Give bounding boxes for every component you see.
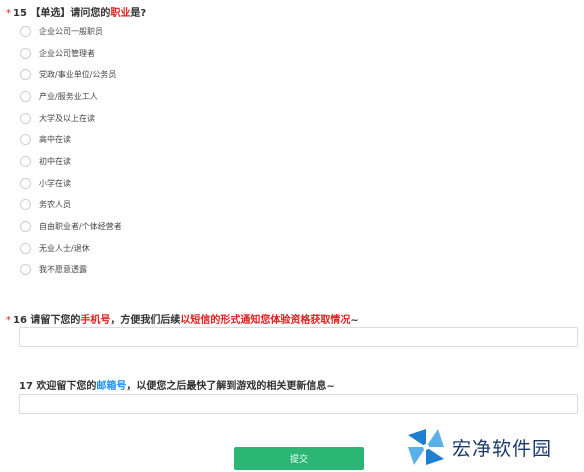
radio-button[interactable] <box>20 133 31 145</box>
option-label: 高中在读 <box>39 134 71 144</box>
radio-button[interactable] <box>20 220 31 232</box>
option-label: 无业人士/退休 <box>39 243 90 253</box>
option-label: 产业/服务业工人 <box>39 91 98 101</box>
option-label: 自由职业者/个体经营者 <box>39 221 122 231</box>
question-16-title-highlight-sms: 以短信的形式通知您体验资格获取情况 <box>180 315 351 326</box>
question-15-title-prefix: 15 【单选】请问您的 <box>13 8 111 19</box>
option-10[interactable]: 无业人士/退休 <box>20 240 90 256</box>
watermark-text: 宏净软件园 <box>452 437 553 460</box>
question-16-title-middle: ，方便我们后续 <box>110 315 181 326</box>
option-label: 务农人员 <box>39 199 71 209</box>
radio-button[interactable] <box>20 155 31 167</box>
radio-button[interactable] <box>20 112 31 124</box>
question-17-title: 17 欢迎留下您的邮箱号，以便您之后最快了解到游戏的相关更新信息~ <box>19 377 335 392</box>
option-3[interactable]: 产业/服务业工人 <box>20 88 98 104</box>
option-label: 初中在读 <box>39 156 71 166</box>
option-8[interactable]: 务农人员 <box>20 196 71 212</box>
email-input[interactable] <box>19 394 578 414</box>
question-17-title-prefix: 17 欢迎留下您的 <box>19 381 97 392</box>
question-15-title-highlight: 职业 <box>110 8 131 19</box>
option-11[interactable]: 我不愿意透露 <box>20 261 87 277</box>
radio-button[interactable] <box>20 177 31 189</box>
option-label: 党政/事业单位/公务员 <box>39 69 117 79</box>
watermark: 宏净软件园 <box>404 425 552 469</box>
question-17-title-suffix: ，以便您之后最快了解到游戏的相关更新信息~ <box>126 381 335 392</box>
question-16-title-prefix: 16 请留下您的 <box>13 315 81 326</box>
phone-number-input[interactable] <box>19 327 578 347</box>
radio-button[interactable] <box>20 90 31 102</box>
option-label: 小学在读 <box>39 178 71 188</box>
option-7[interactable]: 小学在读 <box>20 175 71 191</box>
option-2[interactable]: 党政/事业单位/公务员 <box>20 66 116 82</box>
option-4[interactable]: 大学及以上在读 <box>20 110 95 126</box>
submit-button[interactable]: 提交 <box>234 447 364 470</box>
radio-button[interactable] <box>20 47 31 59</box>
radio-button[interactable] <box>20 198 31 210</box>
question-17-title-highlight-email: 邮箱号 <box>96 381 127 392</box>
option-label: 我不愿意透露 <box>39 264 87 274</box>
question-16-title-suffix: ~ <box>350 315 359 326</box>
option-label: 大学及以上在读 <box>39 113 95 123</box>
pinwheel-logo-icon <box>408 429 444 465</box>
option-1[interactable]: 企业公司管理者 <box>20 45 95 61</box>
question-15-title-suffix: 是? <box>130 8 147 19</box>
option-6[interactable]: 初中在读 <box>20 153 71 169</box>
radio-button[interactable] <box>20 25 31 37</box>
question-15-title: * 15 【单选】请问您的职业是? <box>6 4 146 19</box>
radio-button[interactable] <box>20 68 31 80</box>
option-9[interactable]: 自由职业者/个体经营者 <box>20 218 122 234</box>
radio-button[interactable] <box>20 263 31 275</box>
option-label: 企业公司管理者 <box>39 48 95 58</box>
radio-button[interactable] <box>20 242 31 254</box>
option-0[interactable]: 企业公司一般职员 <box>20 23 103 39</box>
question-16-title-highlight-phone: 手机号 <box>80 315 111 326</box>
option-label: 企业公司一般职员 <box>39 26 103 36</box>
required-mark: * <box>6 315 11 326</box>
question-16-title: * 16 请留下您的手机号，方便我们后续以短信的形式通知您体验资格获取情况~ <box>6 311 359 326</box>
option-5[interactable]: 高中在读 <box>20 131 71 147</box>
required-mark: * <box>6 8 11 19</box>
